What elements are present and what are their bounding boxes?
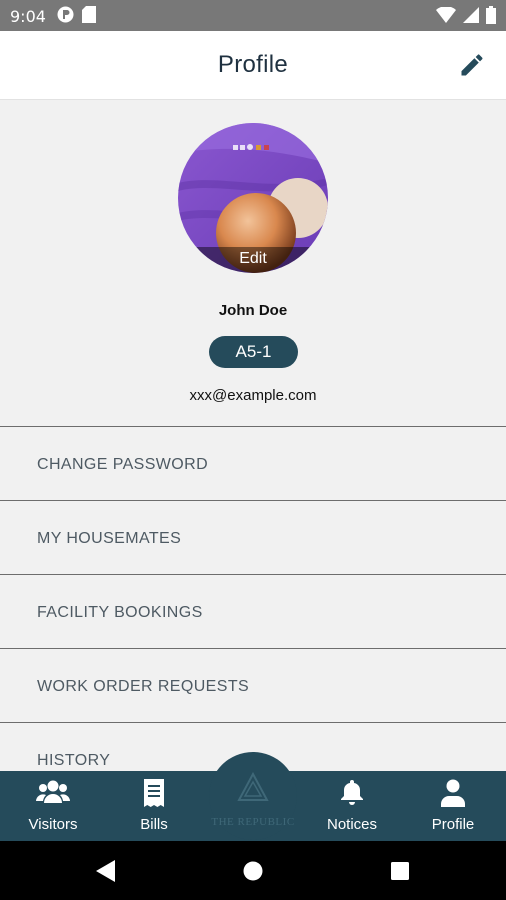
unit-badge: A5-1 xyxy=(209,336,298,368)
menu-item-label: CHANGE PASSWORD xyxy=(37,456,209,473)
menu-item-label: WORK ORDER REQUESTS xyxy=(37,678,250,695)
profile-section: Edit John Doe A5-1 xxx@example.com xyxy=(0,100,506,426)
republic-logo-icon xyxy=(237,772,269,801)
receipt-icon xyxy=(144,779,164,807)
person-icon xyxy=(441,779,465,807)
user-email: xxx@example.com xyxy=(189,387,317,404)
home-icon[interactable] xyxy=(243,861,263,881)
app-header: Profile xyxy=(0,31,506,100)
page-title: Profile xyxy=(217,51,289,78)
menu-item-label: HISTORY xyxy=(37,752,111,769)
users-icon xyxy=(36,780,70,803)
nav-label: Visitors xyxy=(28,816,78,833)
nav-bills[interactable]: Bills xyxy=(109,771,199,841)
avatar-edit-button[interactable]: Edit xyxy=(178,247,328,273)
nav-profile[interactable]: Profile xyxy=(408,771,498,841)
home-logo-button[interactable]: THE REPUBLIC xyxy=(209,752,297,840)
menu-item-label: MY HOUSEMATES xyxy=(37,530,182,547)
wifi-icon xyxy=(436,7,456,23)
nav-notices[interactable]: Notices xyxy=(307,771,397,841)
menu-item-work-order-requests[interactable]: WORK ORDER REQUESTS xyxy=(0,648,506,720)
signal-icon xyxy=(463,7,479,23)
system-nav-bar xyxy=(0,841,506,900)
logo-text: THE REPUBLIC xyxy=(211,816,295,828)
user-name: John Doe xyxy=(218,302,288,319)
menu-item-change-password[interactable]: CHANGE PASSWORD xyxy=(0,426,506,498)
back-icon[interactable] xyxy=(96,860,116,882)
app-notification-icon xyxy=(57,6,74,23)
nav-label: Profile xyxy=(431,816,475,833)
battery-icon xyxy=(486,6,496,24)
profile-menu: CHANGE PASSWORD MY HOUSEMATES FACILITY B… xyxy=(0,426,506,794)
status-time: 9:04 xyxy=(10,7,46,26)
nav-label: Bills xyxy=(140,816,168,833)
recents-icon[interactable] xyxy=(391,862,409,880)
menu-item-facility-bookings[interactable]: FACILITY BOOKINGS xyxy=(0,574,506,646)
edit-profile-button[interactable] xyxy=(458,51,486,79)
menu-item-my-housemates[interactable]: MY HOUSEMATES xyxy=(0,500,506,572)
menu-item-label: FACILITY BOOKINGS xyxy=(37,604,203,621)
sd-card-icon xyxy=(82,6,96,23)
nav-label: Notices xyxy=(326,816,378,833)
bell-icon xyxy=(341,780,363,805)
status-bar: 9:04 xyxy=(0,0,506,31)
avatar[interactable]: Edit xyxy=(178,123,328,273)
nav-visitors[interactable]: Visitors xyxy=(8,771,98,841)
